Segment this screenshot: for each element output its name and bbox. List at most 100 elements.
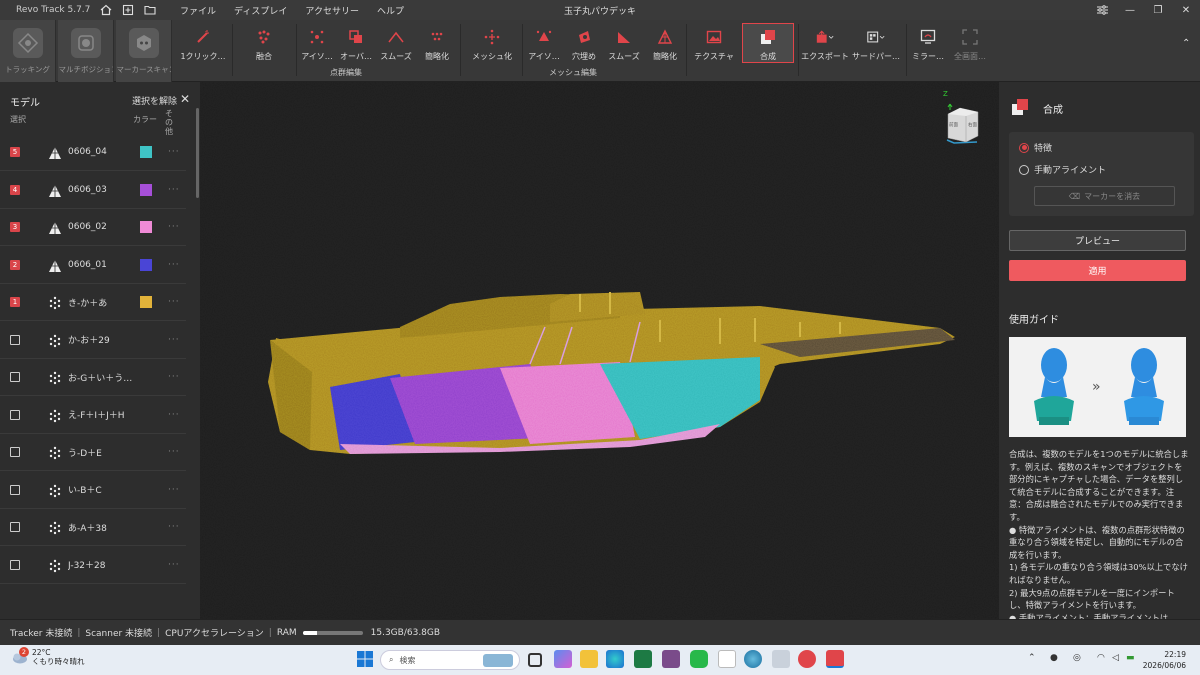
mirror-button[interactable]: ミラー… xyxy=(910,24,946,62)
model-row[interactable]: 2 0606_01 ··· xyxy=(0,247,186,284)
more-options-icon[interactable]: ··· xyxy=(168,372,180,382)
model-list-scrollbar[interactable] xyxy=(196,108,199,198)
tray-app-icon[interactable]: ◎ xyxy=(1073,653,1081,663)
menu-file[interactable]: ファイル xyxy=(171,4,225,17)
model-select-checkbox[interactable] xyxy=(10,372,20,382)
browser-icon[interactable] xyxy=(744,650,762,668)
model-row[interactable]: 4 0606_03 ··· xyxy=(0,172,186,209)
model-select-checkbox[interactable]: 4 xyxy=(10,184,20,195)
restore-icon[interactable]: ❐ xyxy=(1144,0,1172,20)
deselect-button[interactable]: 選択を解除 xyxy=(132,94,177,107)
thirdparty-button[interactable]: サードパー… xyxy=(852,24,900,62)
model-row[interactable]: 3 0606_02 ··· xyxy=(0,209,186,246)
battery-icon[interactable]: ▬ xyxy=(1126,653,1135,663)
menu-accessory[interactable]: アクセサリー xyxy=(296,4,368,17)
smooth-mesh-button[interactable]: スムーズ xyxy=(606,24,642,62)
preview-button[interactable]: プレビュー xyxy=(1009,230,1186,251)
notepad-icon[interactable] xyxy=(718,650,736,668)
apply-button[interactable]: 適用 xyxy=(1009,260,1186,281)
model-color-swatch[interactable] xyxy=(140,258,152,271)
more-options-icon[interactable]: ··· xyxy=(168,335,180,345)
mesh-isolation-button[interactable]: アイソ… xyxy=(527,24,561,62)
excel-icon[interactable] xyxy=(634,650,652,668)
weather-widget[interactable]: 2 22°C くもり時々晴れ xyxy=(10,647,85,666)
copilot-icon[interactable] xyxy=(554,650,572,668)
revo-track-taskbar-icon[interactable] xyxy=(826,650,844,668)
model-select-checkbox[interactable] xyxy=(10,484,20,495)
settings-icon[interactable] xyxy=(1088,0,1116,20)
model-row[interactable]: か-お＋29 ··· xyxy=(0,322,186,359)
radio-manual[interactable]: 手動アライメント xyxy=(1019,163,1106,176)
app-red-icon[interactable] xyxy=(798,650,816,668)
overlap-button[interactable]: オーバ… xyxy=(338,24,374,62)
fullscreen-button[interactable]: 全画面… xyxy=(950,24,990,62)
fill-hole-button[interactable]: 穴埋め xyxy=(567,24,601,62)
isolation-button[interactable]: アイソ… xyxy=(300,24,334,62)
photos-icon[interactable] xyxy=(772,650,790,668)
mode-multiposition[interactable]: マルチボジション xyxy=(58,20,114,82)
export-button[interactable]: エクスポート xyxy=(800,24,850,62)
tray-chevron-icon[interactable]: ⌃ xyxy=(1028,653,1036,663)
model-row[interactable]: 1 き-か＋あ ··· xyxy=(0,284,186,321)
model-row[interactable]: あ-A＋38 ··· xyxy=(0,509,186,546)
open-folder-icon[interactable] xyxy=(139,0,161,20)
taskbar-search[interactable]: ⌕ 検索 xyxy=(380,650,520,670)
model-color-swatch[interactable] xyxy=(140,146,152,158)
menu-display[interactable]: ディスプレイ xyxy=(225,4,296,17)
more-options-icon[interactable]: ··· xyxy=(168,222,180,232)
fusion-button[interactable]: 融合 xyxy=(246,24,282,62)
model-row[interactable]: 5 0606_04 ··· xyxy=(0,134,186,171)
more-options-icon[interactable]: ··· xyxy=(168,447,180,457)
taskbar-clock[interactable]: 22:19 2026/06/06 xyxy=(1143,649,1186,671)
wifi-icon[interactable]: ◠ xyxy=(1097,653,1105,663)
line-icon[interactable] xyxy=(690,650,708,668)
model-select-checkbox[interactable] xyxy=(10,334,20,345)
edge-icon[interactable] xyxy=(606,650,624,668)
texture-button[interactable]: テクスチャ xyxy=(692,24,736,62)
model-select-checkbox[interactable] xyxy=(10,447,20,457)
collapse-ribbon-icon[interactable]: ⌃ xyxy=(1182,38,1190,49)
menu-help[interactable]: ヘルプ xyxy=(368,4,413,17)
model-row[interactable]: え-F＋I＋J＋H ··· xyxy=(0,397,186,434)
start-icon[interactable] xyxy=(356,650,374,668)
simplify-points-button[interactable]: 簡略化 xyxy=(420,24,454,62)
model-row[interactable]: い-B＋C ··· xyxy=(0,472,186,509)
more-options-icon[interactable]: ··· xyxy=(168,485,180,495)
mode-tracking[interactable]: トラッキング xyxy=(0,20,56,82)
model-select-checkbox[interactable] xyxy=(10,409,20,420)
minimize-icon[interactable]: — xyxy=(1116,0,1144,20)
view-cube[interactable]: Z 前面 右面 xyxy=(940,90,980,147)
volume-icon[interactable]: ◁ xyxy=(1112,653,1119,663)
model-row[interactable]: J-32＋28 ··· xyxy=(0,547,186,584)
more-options-icon[interactable]: ··· xyxy=(168,147,180,157)
more-options-icon[interactable]: ··· xyxy=(168,260,180,270)
more-options-icon[interactable]: ··· xyxy=(168,560,180,570)
home-icon[interactable] xyxy=(95,0,117,20)
tray-app-icon[interactable]: ● xyxy=(1050,653,1058,663)
radio-feature[interactable]: 特徴 xyxy=(1019,141,1052,154)
model-row[interactable]: う-D＋E ··· xyxy=(0,434,186,471)
pointcloud-model[interactable] xyxy=(200,82,999,619)
model-select-checkbox[interactable] xyxy=(10,522,20,532)
file-explorer-icon[interactable] xyxy=(580,650,598,668)
more-options-icon[interactable]: ··· xyxy=(168,522,180,532)
more-options-icon[interactable]: ··· xyxy=(168,410,180,420)
simplify-mesh-button[interactable]: 簡略化 xyxy=(648,24,682,62)
mode-marker-scan[interactable]: マーカースキャン xyxy=(116,20,172,82)
model-color-swatch[interactable] xyxy=(140,221,152,233)
meshing-button[interactable]: メッシュ化 xyxy=(470,24,514,62)
model-color-swatch[interactable] xyxy=(140,296,152,308)
model-select-checkbox[interactable]: 3 xyxy=(10,222,20,232)
clear-markers-button[interactable]: ⌫ マーカーを消去 xyxy=(1034,186,1175,206)
new-project-icon[interactable] xyxy=(117,0,139,20)
oneclick-button[interactable]: 1クリック… xyxy=(178,24,228,62)
merge-button[interactable]: 合成 xyxy=(742,23,794,63)
more-options-icon[interactable]: ··· xyxy=(168,185,180,195)
task-view-icon[interactable] xyxy=(528,653,542,667)
3d-viewport[interactable]: Z 前面 右面 xyxy=(200,82,999,619)
model-select-checkbox[interactable]: 5 xyxy=(10,147,20,157)
close-icon[interactable]: ✕ xyxy=(1172,0,1200,20)
model-select-checkbox[interactable] xyxy=(10,559,20,570)
model-select-checkbox[interactable]: 2 xyxy=(10,259,20,270)
model-select-checkbox[interactable]: 1 xyxy=(10,297,20,307)
